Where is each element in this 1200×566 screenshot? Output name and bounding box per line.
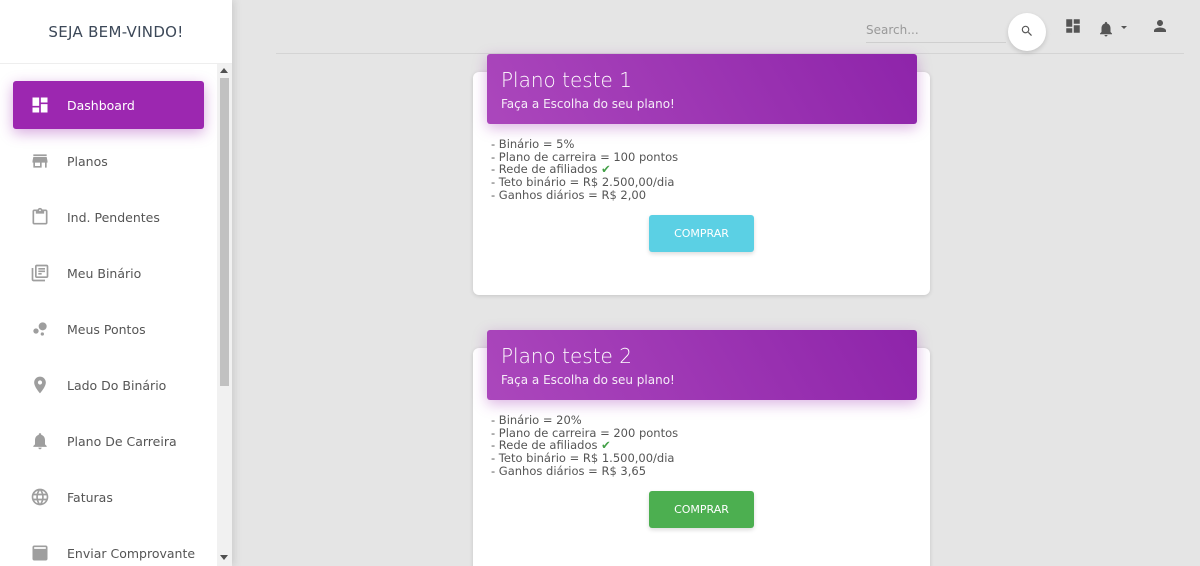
search-button[interactable] bbox=[1008, 13, 1046, 51]
upload-box-icon bbox=[27, 540, 53, 566]
plan-card: Plano teste 2 Faça a Escolha do seu plan… bbox=[473, 330, 930, 566]
top-navbar bbox=[276, 0, 1184, 54]
bell-icon bbox=[27, 428, 53, 454]
plan-detail-line: - Teto binário = R$ 2.500,00/dia bbox=[491, 175, 675, 190]
plan-title: Plano teste 2 bbox=[501, 344, 632, 368]
plan-detail-line: - Teto binário = R$ 1.500,00/dia bbox=[491, 451, 675, 466]
sidebar-item-plano-de-carreira[interactable]: Plano De Carreira bbox=[13, 417, 204, 465]
sidebar-item-meus-pontos[interactable]: Meus Pontos bbox=[13, 305, 204, 353]
sidebar-item-label: Lado Do Binário bbox=[67, 377, 167, 393]
sidebar-item-label: Meu Binário bbox=[67, 265, 142, 281]
sidebar-item-ind-pendentes[interactable]: Ind. Pendentes bbox=[13, 193, 204, 241]
notifications-dropdown[interactable] bbox=[1097, 20, 1137, 42]
plan-details: - Binário = 5% - Plano de carreira = 100… bbox=[491, 138, 678, 202]
bubble-chart-icon bbox=[27, 316, 53, 342]
dashboard-shortcut-button[interactable] bbox=[1062, 17, 1084, 39]
person-icon bbox=[1151, 17, 1169, 39]
plan-detail-line: - Ganhos diários = R$ 2,00 bbox=[491, 187, 647, 202]
sidebar-item-faturas[interactable]: Faturas bbox=[13, 473, 204, 521]
sidebar-item-label: Planos bbox=[67, 153, 108, 169]
plan-details: - Binário = 20% - Plano de carreira = 20… bbox=[491, 414, 678, 478]
sidebar-scrollbar[interactable] bbox=[217, 64, 232, 566]
library-books-icon bbox=[27, 260, 53, 286]
sidebar-item-label: Ind. Pendentes bbox=[67, 209, 160, 225]
sidebar-item-lado-do-binario[interactable]: Lado Do Binário bbox=[13, 361, 204, 409]
store-icon bbox=[27, 148, 53, 174]
search-icon bbox=[1020, 23, 1034, 42]
notifications-icon bbox=[1097, 20, 1115, 42]
sidebar: SEJA BEM-VINDO! Dashboard Planos Ind. Pe… bbox=[0, 0, 232, 566]
sidebar-item-label: Enviar Comprovante bbox=[67, 545, 196, 561]
comprar-button[interactable]: COMPRAR bbox=[649, 215, 754, 252]
caret-down-icon bbox=[1121, 25, 1127, 29]
scroll-up-arrow-icon[interactable] bbox=[220, 68, 228, 73]
sidebar-item-enviar-comprovante[interactable]: Enviar Comprovante bbox=[13, 529, 204, 566]
sidebar-item-meu-binario[interactable]: Meu Binário bbox=[13, 249, 204, 297]
comprar-button[interactable]: COMPRAR bbox=[649, 491, 754, 528]
plan-detail-line: - Binário = 20% bbox=[491, 413, 582, 427]
plan-detail-line: - Binário = 5% bbox=[491, 137, 575, 151]
dashboard-icon bbox=[27, 92, 53, 118]
sidebar-item-label: Faturas bbox=[67, 489, 113, 505]
brand-title: SEJA BEM-VINDO! bbox=[0, 0, 232, 64]
sidebar-nav: Dashboard Planos Ind. Pendentes Meu Biná… bbox=[0, 64, 217, 566]
sidebar-item-label: Dashboard bbox=[67, 97, 135, 113]
sidebar-item-dashboard[interactable]: Dashboard bbox=[13, 81, 204, 129]
plan-detail-line: - Ganhos diários = R$ 3,65 bbox=[491, 463, 647, 478]
sidebar-item-label: Meus Pontos bbox=[67, 321, 146, 337]
sidebar-item-label: Plano De Carreira bbox=[67, 433, 177, 449]
user-profile-button[interactable] bbox=[1149, 17, 1171, 39]
globe-icon bbox=[27, 484, 53, 510]
clipboard-icon bbox=[27, 204, 53, 230]
sidebar-item-planos[interactable]: Planos bbox=[13, 137, 204, 185]
plan-subtitle: Faça a Escolha do seu plano! bbox=[501, 97, 675, 111]
plan-card: Plano teste 1 Faça a Escolha do seu plan… bbox=[473, 54, 930, 295]
search-input[interactable] bbox=[866, 18, 1006, 43]
location-pin-icon bbox=[27, 372, 53, 398]
scrollbar-thumb[interactable] bbox=[220, 78, 229, 386]
plan-subtitle: Faça a Escolha do seu plano! bbox=[501, 373, 675, 387]
plan-card-header: Plano teste 2 Faça a Escolha do seu plan… bbox=[487, 330, 917, 400]
dashboard-icon bbox=[1064, 17, 1082, 39]
scroll-down-arrow-icon[interactable] bbox=[220, 555, 228, 560]
plan-card-header: Plano teste 1 Faça a Escolha do seu plan… bbox=[487, 54, 917, 124]
plan-title: Plano teste 1 bbox=[501, 68, 632, 92]
